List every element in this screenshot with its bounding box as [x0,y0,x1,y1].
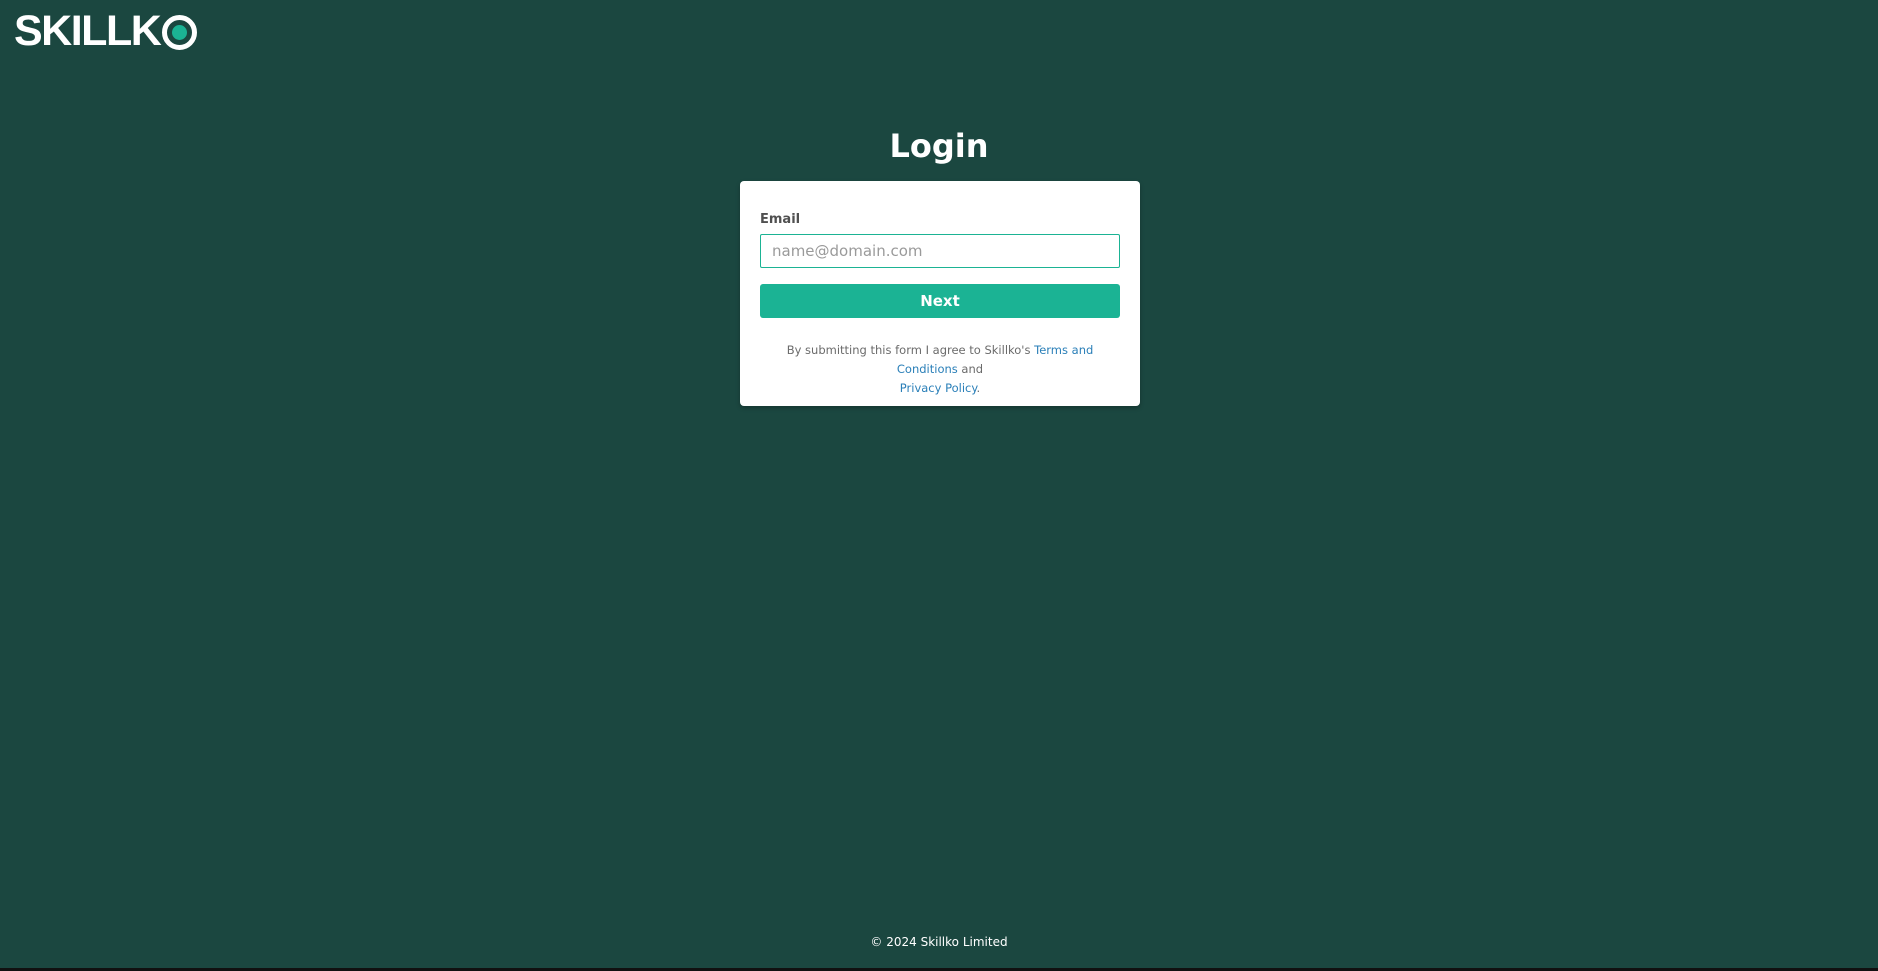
copyright-footer: © 2024 Skillko Limited [870,935,1008,949]
terms-prefix: By submitting this form I agree to Skill… [786,343,1035,357]
email-input[interactable] [760,234,1120,268]
skillko-logo[interactable]: SKILLK [14,7,198,55]
logo-wordmark: SKILLK [14,7,162,55]
logo-dot [172,24,188,40]
page-title: Login [889,127,989,165]
terms-notice: By submitting this form I agree to Skill… [760,341,1120,398]
ring-dot-o-icon [162,14,198,50]
terms-middle: and [957,362,984,376]
login-card: Email Next By submitting this form I agr… [740,181,1140,406]
terms-suffix: . [976,381,981,395]
privacy-policy-link[interactable]: Privacy Policy [900,381,977,395]
next-button[interactable]: Next [760,284,1120,318]
email-label: Email [760,212,801,227]
